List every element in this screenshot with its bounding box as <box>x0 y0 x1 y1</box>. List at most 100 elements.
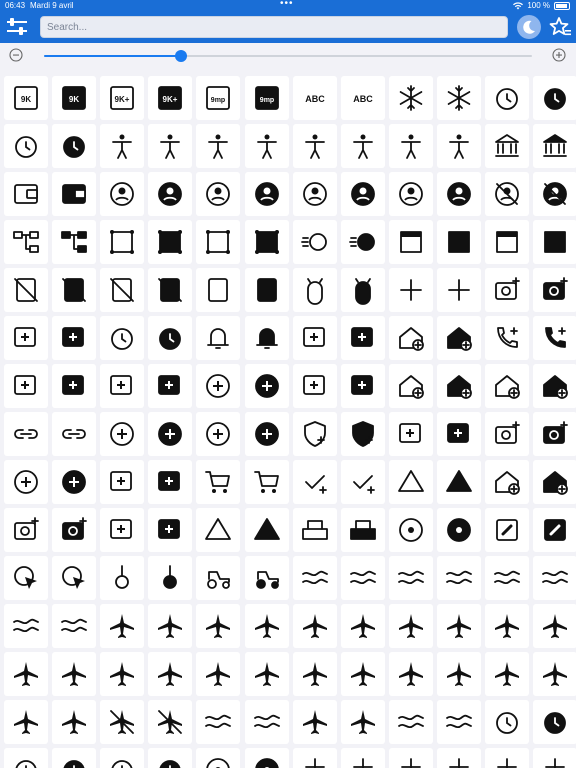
icon-tile[interactable] <box>52 604 97 648</box>
icon-tile[interactable] <box>292 220 337 264</box>
icon-tile[interactable] <box>436 556 481 600</box>
icon-tile[interactable] <box>533 604 576 648</box>
icon-tile[interactable] <box>100 748 145 768</box>
icon-tile[interactable] <box>436 220 481 264</box>
search-input[interactable] <box>41 17 507 38</box>
icon-tile[interactable] <box>196 604 241 648</box>
icon-tile[interactable] <box>533 124 576 168</box>
filter-settings-button[interactable] <box>5 16 29 38</box>
icon-tile[interactable] <box>244 124 289 168</box>
icon-tile[interactable] <box>244 604 289 648</box>
icon-tile[interactable] <box>100 652 145 696</box>
icon-tile[interactable] <box>100 556 145 600</box>
icon-tile[interactable] <box>196 700 241 744</box>
icon-tile[interactable] <box>388 460 433 504</box>
icon-tile[interactable] <box>4 412 48 456</box>
icon-tile[interactable] <box>485 700 529 744</box>
icon-tile[interactable] <box>485 604 529 648</box>
search-box[interactable] <box>40 16 508 38</box>
favorites-button[interactable] <box>548 15 572 39</box>
icon-tile[interactable] <box>4 124 48 168</box>
icon-tile[interactable] <box>100 700 145 744</box>
icon-tile[interactable] <box>388 76 433 120</box>
icon-tile[interactable] <box>100 220 145 264</box>
icon-tile[interactable] <box>485 316 529 360</box>
icon-tile[interactable] <box>340 700 385 744</box>
icon-tile[interactable] <box>292 556 337 600</box>
icon-tile[interactable] <box>436 700 481 744</box>
icon-tile[interactable] <box>100 364 145 408</box>
zoom-in-icon[interactable] <box>552 48 566 62</box>
icon-tile[interactable] <box>292 700 337 744</box>
icon-tile[interactable] <box>533 652 576 696</box>
icon-tile[interactable] <box>292 604 337 648</box>
icon-tile[interactable] <box>148 220 193 264</box>
icon-tile[interactable] <box>148 508 193 552</box>
icon-tile[interactable] <box>388 748 433 768</box>
icon-tile[interactable] <box>4 652 48 696</box>
icon-tile[interactable] <box>148 364 193 408</box>
icon-tile[interactable] <box>196 220 241 264</box>
icon-tile[interactable] <box>52 508 97 552</box>
icon-tile[interactable] <box>436 172 481 216</box>
icon-tile[interactable] <box>388 700 433 744</box>
icon-tile[interactable] <box>436 508 481 552</box>
icon-tile[interactable] <box>196 364 241 408</box>
icon-tile[interactable] <box>436 412 481 456</box>
icon-tile[interactable] <box>533 364 576 408</box>
icon-tile[interactable] <box>388 220 433 264</box>
icon-tile[interactable] <box>196 268 241 312</box>
icon-tile[interactable] <box>436 268 481 312</box>
icon-tile[interactable]: 9mp <box>196 76 241 120</box>
icon-tile[interactable] <box>100 604 145 648</box>
icon-tile[interactable] <box>100 508 145 552</box>
icon-tile[interactable] <box>244 268 289 312</box>
icon-tile[interactable] <box>388 268 433 312</box>
dark-mode-button[interactable] <box>517 15 541 39</box>
icon-tile[interactable] <box>100 124 145 168</box>
icon-tile[interactable] <box>196 508 241 552</box>
icon-tile[interactable] <box>340 748 385 768</box>
icon-tile[interactable] <box>148 460 193 504</box>
zoom-slider-thumb[interactable] <box>174 50 187 62</box>
icon-tile[interactable] <box>244 364 289 408</box>
icon-tile[interactable] <box>52 460 97 504</box>
icon-tile[interactable] <box>485 76 529 120</box>
icon-tile[interactable] <box>533 412 576 456</box>
icon-tile[interactable] <box>196 412 241 456</box>
icon-tile[interactable] <box>4 556 48 600</box>
icon-tile[interactable] <box>4 220 48 264</box>
icon-tile[interactable] <box>292 124 337 168</box>
icon-tile[interactable] <box>533 508 576 552</box>
icon-tile[interactable] <box>436 604 481 648</box>
icon-tile[interactable] <box>244 412 289 456</box>
icon-tile[interactable] <box>148 172 193 216</box>
icon-tile[interactable] <box>244 316 289 360</box>
icon-tile[interactable] <box>340 508 385 552</box>
icon-tile[interactable] <box>148 748 193 768</box>
icon-tile[interactable] <box>292 172 337 216</box>
icon-tile[interactable] <box>340 316 385 360</box>
icon-tile[interactable] <box>4 460 48 504</box>
icon-tile[interactable] <box>292 316 337 360</box>
icon-tile[interactable] <box>4 700 48 744</box>
icon-tile[interactable] <box>340 268 385 312</box>
icon-tile[interactable] <box>4 316 48 360</box>
icon-tile[interactable] <box>244 220 289 264</box>
icon-tile[interactable] <box>100 460 145 504</box>
icon-tile[interactable]: 9K+ <box>100 76 145 120</box>
icon-tile[interactable] <box>340 652 385 696</box>
icon-tile[interactable] <box>533 172 576 216</box>
icon-tile[interactable] <box>196 316 241 360</box>
icon-tile[interactable] <box>436 364 481 408</box>
icon-tile[interactable] <box>52 316 97 360</box>
icon-tile[interactable] <box>388 172 433 216</box>
icon-tile[interactable] <box>148 652 193 696</box>
icon-tile[interactable] <box>340 172 385 216</box>
icon-tile[interactable] <box>340 220 385 264</box>
icon-tile[interactable] <box>436 652 481 696</box>
icon-tile[interactable] <box>485 412 529 456</box>
icon-tile[interactable] <box>388 364 433 408</box>
icon-tile[interactable] <box>4 268 48 312</box>
icon-tile[interactable] <box>148 124 193 168</box>
